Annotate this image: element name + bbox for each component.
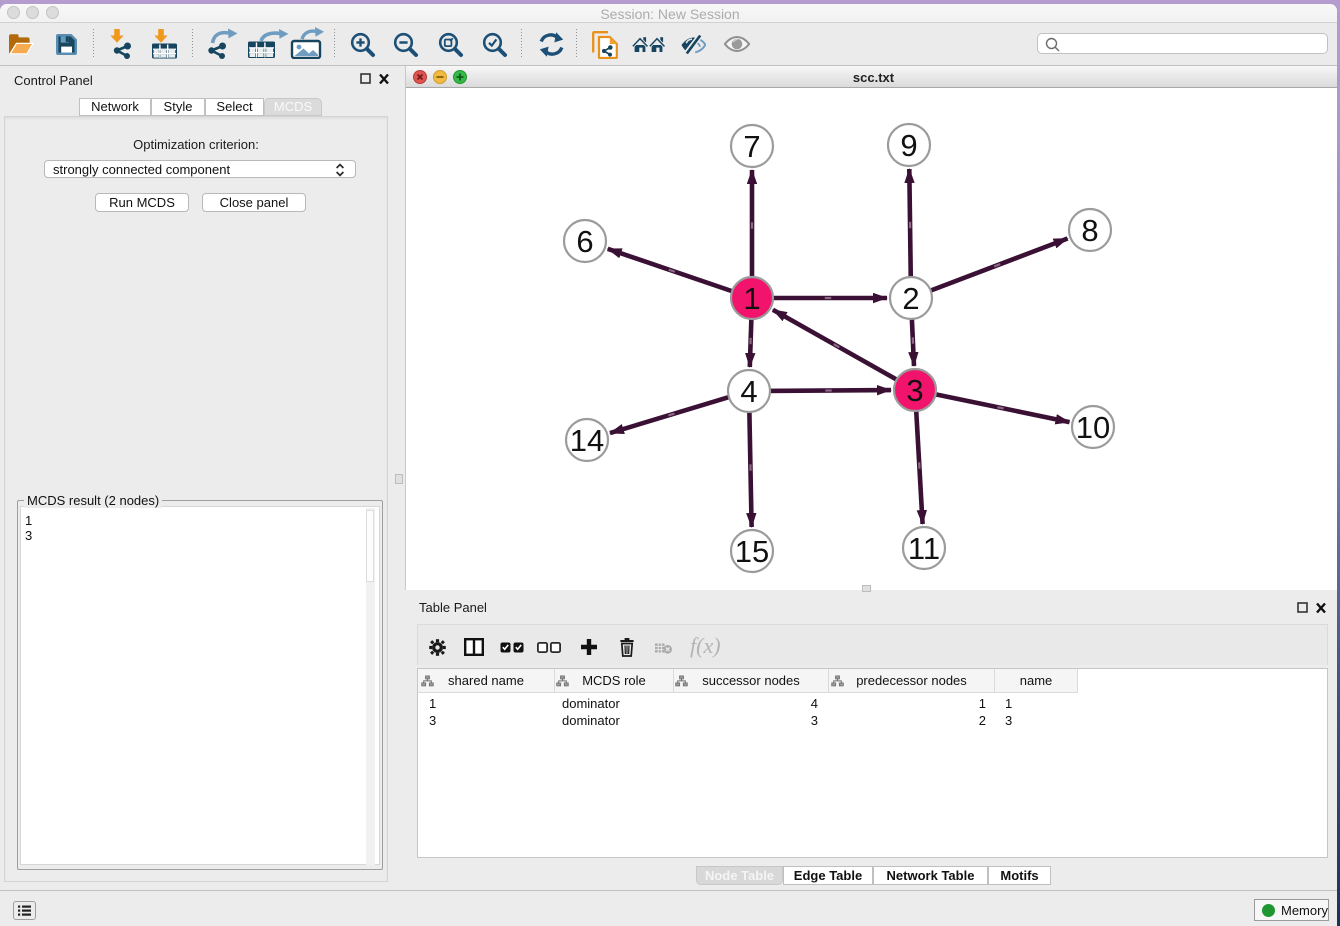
svg-text:10: 10 (1076, 410, 1110, 445)
svg-text:15: 15 (735, 534, 769, 569)
svg-text:14: 14 (570, 423, 604, 458)
svg-text:2: 2 (902, 281, 919, 316)
svg-text:4: 4 (740, 374, 757, 409)
svg-text:3: 3 (906, 373, 923, 408)
svg-text:7: 7 (743, 129, 760, 164)
svg-text:11: 11 (908, 531, 940, 566)
svg-text:9: 9 (900, 128, 917, 163)
svg-text:8: 8 (1081, 213, 1098, 248)
svg-text:6: 6 (576, 224, 593, 259)
svg-text:1: 1 (743, 281, 760, 316)
